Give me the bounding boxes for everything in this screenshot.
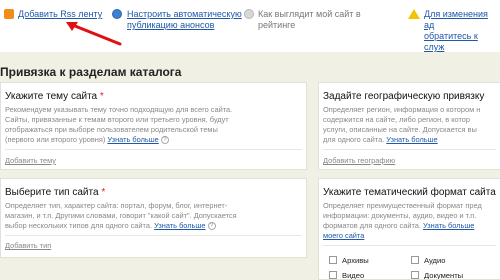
rating-text-1: Как выглядит мой сайт в: [258, 9, 361, 19]
topic-text-1: Рекомендуем указывать тему точно подходя…: [5, 105, 233, 114]
format-text-2: информации: документы, аудио, видео и т.…: [323, 211, 477, 220]
topic-text-3: отображаться при выборе пользователем ро…: [5, 125, 218, 134]
topic-more-link[interactable]: Узнать больше: [107, 135, 158, 144]
documents-label: Документы: [424, 271, 464, 280]
rating-item: Как выглядит мой сайт в рейтинге: [244, 9, 361, 31]
warning-icon: [408, 9, 420, 19]
divider: [323, 149, 496, 150]
add-rss-item[interactable]: Добавить Rss ленту: [4, 9, 102, 20]
geo-more-link[interactable]: Узнать больше: [386, 135, 437, 144]
add-type-link[interactable]: Добавить тип: [5, 241, 51, 250]
archives-checkbox[interactable]: [329, 256, 337, 264]
changes-item[interactable]: Для изменения ад обратитесь к служ: [408, 9, 500, 53]
type-text-1: Определяет тип, характер сайта: портал, …: [5, 201, 228, 210]
add-geo-link[interactable]: Добавить географию: [323, 156, 395, 165]
format-more-link[interactable]: Узнать больше: [423, 221, 474, 230]
topic-text-2: Сайты, привязанные к темам второго или т…: [5, 115, 229, 124]
changes-link-1[interactable]: Для изменения ад: [424, 9, 500, 31]
divider: [323, 245, 496, 246]
format-text-4: моего сайта: [323, 231, 364, 242]
required-mark: *: [101, 187, 106, 198]
type-card: Выберите тип сайта * Определяет тип, хар…: [0, 178, 307, 258]
topic-card: Укажите тему сайта * Рекомендуем указыва…: [0, 82, 307, 170]
setup-auto-link-1[interactable]: Настроить автоматическую: [127, 9, 242, 20]
topic-title: Укажите тему сайта *: [5, 91, 104, 102]
documents-checkbox[interactable]: [411, 271, 419, 279]
type-text-3: выбор нескольких типов для одного сайта.…: [5, 221, 216, 232]
audio-label: Аудио: [424, 256, 446, 265]
section-title: Привязка к разделам каталога: [0, 65, 182, 79]
changes-link-2[interactable]: обратитесь к служ: [424, 31, 500, 53]
toolbar: Добавить Rss ленту Настроить автоматичес…: [0, 0, 500, 52]
geo-text-1: Определяет регион, информация о котором …: [323, 105, 481, 114]
rating-text-2: рейтинге: [258, 20, 296, 30]
geo-title: Задайте географическую привязку: [323, 91, 485, 102]
topic-text-4: (первого или второго уровня) Узнать боль…: [5, 135, 169, 146]
globe-icon: [112, 9, 122, 19]
audio-checkbox[interactable]: [411, 256, 419, 264]
setup-auto-link-2[interactable]: публикацию анонсов: [127, 20, 242, 31]
video-label: Видео: [342, 271, 365, 280]
format-card: Укажите тематический формат сайта Опреде…: [318, 178, 500, 280]
geo-text-4: для одного сайта. Узнать больше: [323, 135, 438, 144]
add-rss-link[interactable]: Добавить Rss ленту: [18, 9, 102, 19]
divider: [5, 235, 302, 236]
archives-label: Архивы: [342, 256, 369, 265]
type-text-2: магазин, и т.п. Другими словами, говорит…: [5, 211, 237, 220]
help-icon[interactable]: ?: [207, 222, 216, 231]
required-mark: *: [99, 91, 104, 102]
type-title: Выберите тип сайта *: [5, 187, 106, 198]
geo-text-3: услуги, описанные на сайте. Допускается …: [323, 125, 477, 134]
eye-icon: [244, 9, 254, 19]
rss-icon: [4, 9, 14, 19]
divider: [5, 149, 302, 150]
geo-card: Задайте географическую привязку Определя…: [318, 82, 500, 170]
format-text-1: Определяет преимущественный формат пред: [323, 201, 482, 210]
help-icon[interactable]: ?: [160, 136, 169, 145]
geo-text-2: содержится на сайте, либо регион, в кото…: [323, 115, 471, 124]
type-more-link[interactable]: Узнать больше: [154, 221, 205, 230]
video-checkbox[interactable]: [329, 271, 337, 279]
add-topic-link[interactable]: Добавить тему: [5, 156, 56, 165]
setup-auto-item[interactable]: Настроить автоматическую публикацию анон…: [112, 9, 242, 31]
format-more-link-2[interactable]: моего сайта: [323, 231, 364, 240]
format-text-3: форматов для одного сайта. Узнать больше: [323, 221, 475, 230]
red-arrow-annotation: [66, 22, 122, 46]
format-title: Укажите тематический формат сайта: [323, 187, 496, 198]
